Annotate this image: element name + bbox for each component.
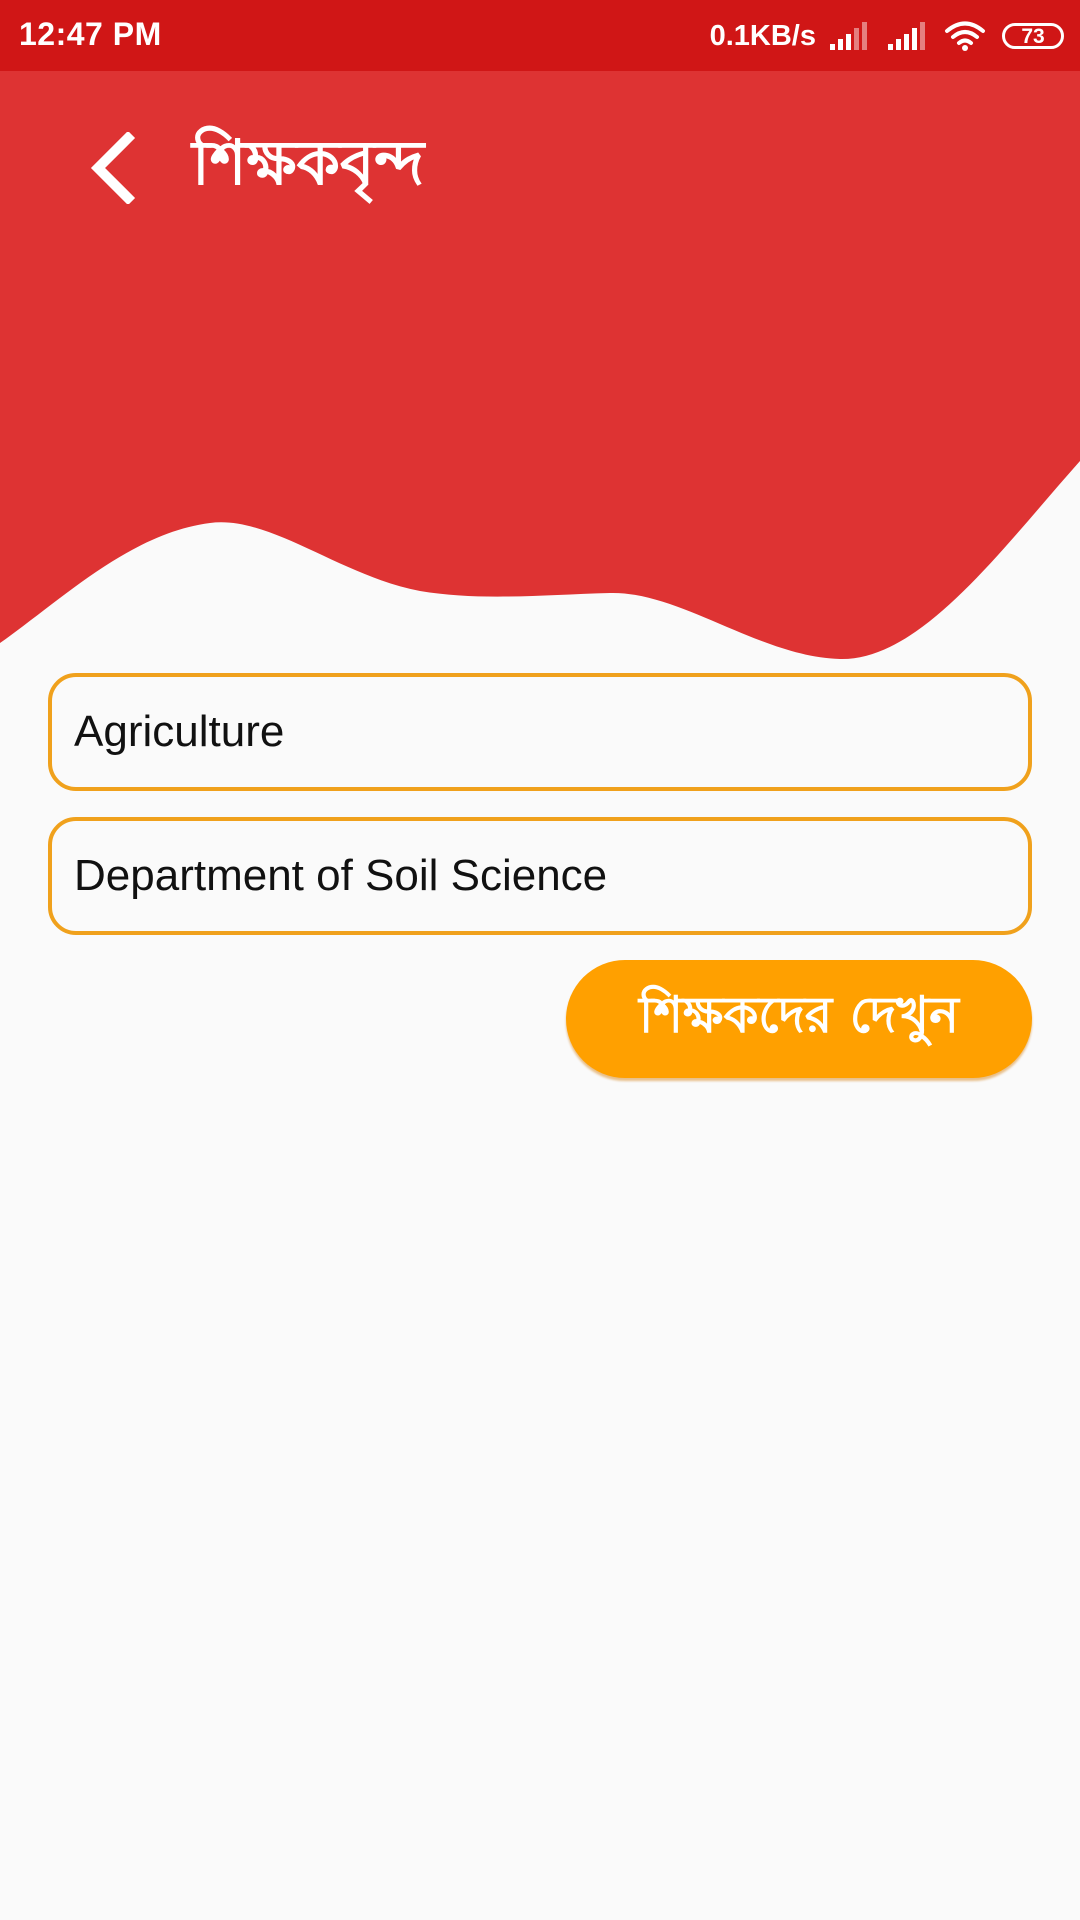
back-button[interactable] bbox=[78, 128, 146, 208]
status-bar: 12:47 PM 0.1KB/s 73 bbox=[0, 0, 1080, 71]
view-teachers-button[interactable]: শিক্ষকদের দেখুন bbox=[566, 960, 1032, 1078]
view-teachers-label: শিক্ষকদের দেখুন bbox=[639, 985, 959, 1044]
chevron-left-icon bbox=[90, 132, 136, 204]
department-select[interactable]: Department of Soil Science bbox=[48, 817, 1032, 935]
status-time: 12:47 PM bbox=[19, 16, 162, 52]
signal-icon bbox=[828, 21, 874, 51]
faculty-select[interactable]: Agriculture bbox=[48, 673, 1032, 791]
department-select-value: Department of Soil Science bbox=[74, 851, 608, 900]
battery-level: 73 bbox=[1021, 24, 1045, 48]
status-icons: 0.1KB/s 73 bbox=[710, 14, 1064, 58]
header-background bbox=[0, 71, 1080, 660]
page-title: শিক্ষকবৃন্দ bbox=[192, 126, 425, 199]
signal-icon bbox=[886, 21, 932, 51]
teachers-screen: 12:47 PM 0.1KB/s 73 শিক্ষকবৃন্দ Agricult… bbox=[0, 0, 1080, 1920]
network-speed: 0.1KB/s bbox=[709, 19, 816, 52]
faculty-select-value: Agriculture bbox=[74, 707, 285, 756]
battery-icon: 73 bbox=[1002, 23, 1064, 49]
wifi-icon bbox=[944, 20, 986, 52]
